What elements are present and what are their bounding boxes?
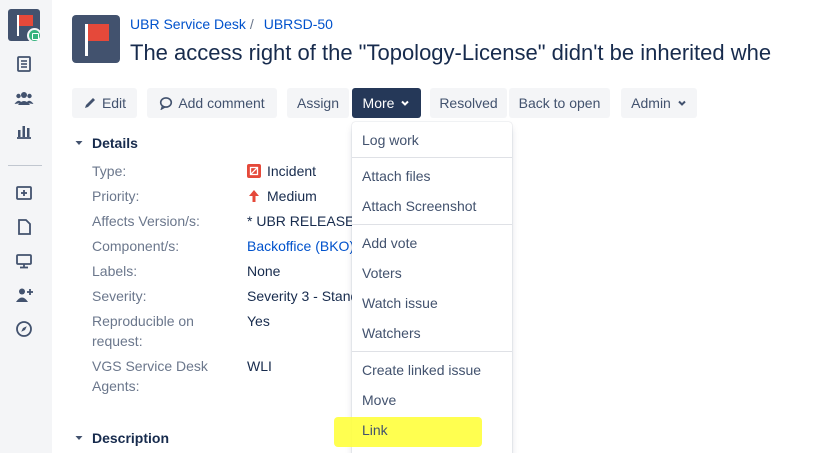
breadcrumb-project-link[interactable]: UBR Service Desk [130,16,246,32]
field-label-agents: VGS Service Desk Agents: [92,356,208,396]
menu-item-link[interactable]: Link [362,422,388,438]
add-person-icon[interactable] [14,285,34,305]
global-sidebar [0,0,52,453]
page-icon[interactable] [14,217,34,237]
reports-icon[interactable] [14,121,34,141]
field-label-agents-line2: Agents: [92,378,140,394]
more-button[interactable]: More [352,88,421,118]
more-dropdown-menu: Log work Attach files Attach Screenshot … [352,122,512,453]
add-comment-button-label: Add comment [178,95,265,111]
assign-button-label: Assign [296,95,340,111]
admin-button-label: Admin [631,95,671,111]
menu-item-add-vote[interactable]: Add vote [362,235,417,251]
project-avatar[interactable] [72,15,120,63]
menu-item-create-linked-issue[interactable]: Create linked issue [362,362,481,378]
menu-separator [352,157,512,158]
field-value-type: Incident [247,161,352,181]
details-toggle[interactable]: Details [72,135,138,151]
edit-button-label: Edit [101,95,127,111]
breadcrumb-issue-key-link[interactable]: UBRSD-50 [264,16,333,32]
field-label-affects-version: Affects Version/s: [92,213,200,229]
breadcrumb-separator: / [249,16,254,32]
menu-item-log-work[interactable]: Log work [362,132,419,148]
incident-icon [247,164,261,178]
compass-icon[interactable] [14,319,34,339]
assign-button[interactable]: Assign [287,88,349,118]
menu-item-voters[interactable]: Voters [362,265,402,281]
menu-item-attach-screenshot[interactable]: Attach Screenshot [362,198,476,214]
add-item-icon[interactable] [14,183,34,203]
resolved-button-label: Resolved [439,95,498,111]
field-value-agents: WLI [247,358,272,374]
field-value-priority: Medium [247,186,352,206]
field-label-reproducible: Reproducible on request: [92,311,194,351]
description-toggle[interactable]: Description [72,430,169,446]
field-value-labels: None [247,263,281,279]
field-label-reproducible-line2: request: [92,333,143,349]
edit-button[interactable]: Edit [72,88,137,118]
menu-item-move[interactable]: Move [362,392,396,408]
menu-separator [352,224,512,225]
menu-item-watchers[interactable]: Watchers [362,325,421,341]
chevron-down-icon [72,431,86,445]
field-label-severity: Severity: [92,288,147,304]
field-label-components: Component/s: [92,238,180,254]
breadcrumb: UBR Service Desk / UBRSD-50 [130,16,333,32]
description-heading: Description [92,430,170,446]
back-to-open-button-label: Back to open [518,95,601,111]
type-value: Incident [267,163,317,179]
field-label-agents-line1: VGS Service Desk [92,358,208,374]
chevron-down-icon [400,98,410,108]
flag-shape [19,15,33,26]
service-desk-badge-icon [27,28,42,43]
menu-item-attach-files[interactable]: Attach files [362,168,430,184]
pencil-icon [83,96,97,110]
arrow-up-icon [249,190,259,202]
field-label-type: Type: [92,163,127,179]
field-value-components: Backoffice (BKO) [247,236,352,256]
back-to-open-button[interactable]: Back to open [509,88,610,118]
field-label-reproducible-line1: Reproducible on [92,313,194,329]
field-value-severity: Severity 3 - Stand [247,288,352,304]
details-heading: Details [92,135,138,151]
resolved-button[interactable]: Resolved [430,88,507,118]
chevron-down-icon [677,98,687,108]
component-link[interactable]: Backoffice (BKO) [247,238,352,254]
menu-item-watch-issue[interactable]: Watch issue [362,295,438,311]
priority-value: Medium [267,188,317,204]
issue-title[interactable]: The access right of the "Topology-Licens… [130,40,771,66]
menu-separator [352,351,512,352]
chevron-down-icon [72,136,86,150]
more-button-label: More [362,95,395,111]
admin-button[interactable]: Admin [621,88,697,118]
link-highlight-marker [334,417,482,447]
field-label-labels: Labels: [92,263,138,279]
field-value-reproducible: Yes [247,313,270,329]
add-comment-button[interactable]: Add comment [147,88,277,118]
customers-icon[interactable] [14,88,34,108]
flag-shape [88,24,109,41]
issues-icon[interactable] [14,54,34,74]
field-label-priority: Priority: [92,188,140,204]
sidebar-divider [8,165,42,166]
field-value-affects-version: * UBR RELEASE, * [247,213,352,229]
comment-icon [159,96,173,110]
monitor-icon[interactable] [14,251,34,271]
